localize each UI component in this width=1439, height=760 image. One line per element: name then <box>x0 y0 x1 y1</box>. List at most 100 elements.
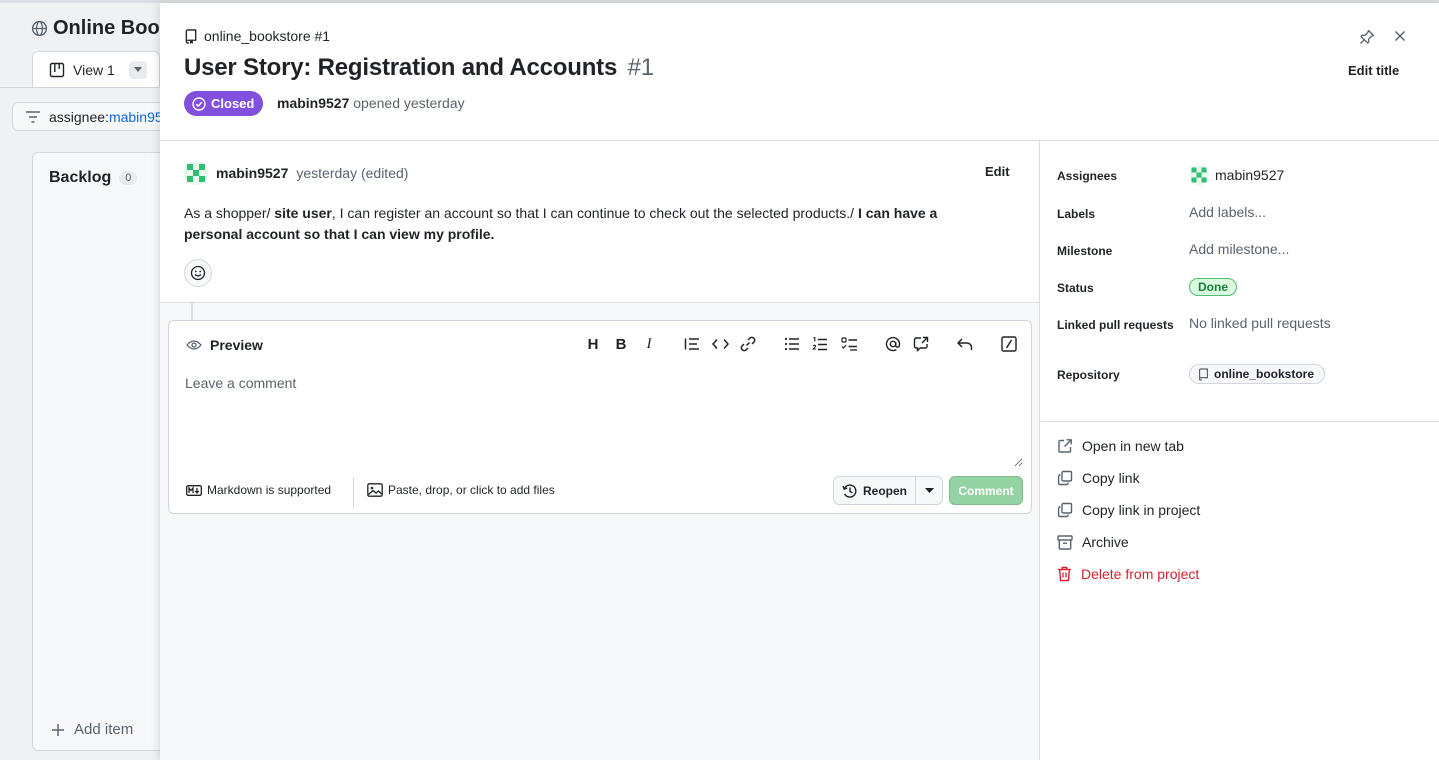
filter-input[interactable]: assignee:mabin9527 <box>12 102 172 131</box>
column-header: Backlog 0 <box>49 169 138 187</box>
issue-number: #1 <box>627 54 654 81</box>
add-milestone-button[interactable]: Add milestone... <box>1189 241 1289 257</box>
issue-body: mabin9527 yesterday (edited) Edit As a s… <box>160 141 1039 303</box>
copy-link-in-project-label: Copy link in project <box>1082 502 1201 518</box>
close-button[interactable] <box>1390 26 1410 46</box>
smiley-icon <box>190 265 206 281</box>
repository-name: online_bookstore <box>1214 367 1315 381</box>
issue-side-panel: online_bookstore #1 User Story: Registra… <box>160 3 1439 760</box>
slash-command-icon <box>1001 336 1017 352</box>
comment-author[interactable]: mabin9527 <box>216 165 288 181</box>
view-tab[interactable]: View 1 <box>32 51 160 88</box>
archive-icon <box>1057 534 1073 550</box>
attach-note-text: Paste, drop, or click to add files <box>388 483 555 497</box>
sidebar-divider <box>1041 421 1439 422</box>
open-in-new-tab-button[interactable]: Open in new tab <box>1057 438 1184 454</box>
copy-icon <box>1057 502 1073 518</box>
archive-button[interactable]: Archive <box>1057 534 1129 550</box>
comment-composer: Preview H B I Leave a comment Markdown i… <box>168 320 1032 514</box>
repo-icon <box>184 28 198 44</box>
copy-icon <box>1057 470 1073 486</box>
numbered-list-button[interactable] <box>808 333 832 355</box>
preview-tab-label: Preview <box>210 337 263 353</box>
italic-button[interactable]: I <box>637 333 661 355</box>
repo-reference[interactable]: online_bookstore #1 <box>184 28 330 44</box>
bold-button[interactable]: B <box>609 333 633 355</box>
quote-icon <box>684 337 700 351</box>
opened-by-line: mabin9527 opened yesterday <box>277 95 465 111</box>
project-title-text: Online Book <box>53 17 171 39</box>
comment-body-text: As a shopper/ site user, I can register … <box>184 203 984 245</box>
copy-link-button[interactable]: Copy link <box>1057 470 1140 486</box>
opened-by-user[interactable]: mabin9527 <box>277 95 349 111</box>
trash-icon <box>1057 566 1072 582</box>
linked-prs-label: Linked pull requests <box>1057 318 1174 332</box>
status-done-badge: Done <box>1189 278 1237 296</box>
markdown-icon <box>186 484 202 496</box>
backlog-column: Backlog 0 Add item <box>32 152 172 751</box>
plus-icon <box>51 723 65 737</box>
add-reaction-button[interactable] <box>184 259 212 287</box>
assignees-value[interactable]: mabin9527 <box>1189 165 1284 185</box>
repository-label: Repository <box>1057 368 1120 382</box>
edit-title-button[interactable]: Edit title <box>1348 63 1399 78</box>
body-part-1: As a shopper/ <box>184 205 275 221</box>
issue-title: User Story: Registration and Accounts #1 <box>184 54 654 82</box>
avatar[interactable] <box>184 161 208 185</box>
add-labels-button[interactable]: Add labels... <box>1189 204 1266 220</box>
pin-button[interactable] <box>1357 27 1377 47</box>
status-badge: Closed <box>184 91 264 116</box>
history-icon <box>842 483 858 499</box>
triangle-down-icon <box>924 487 934 494</box>
pin-icon <box>1359 29 1375 45</box>
markdown-support-link[interactable]: Markdown is supported <box>186 483 331 497</box>
repository-value[interactable]: online_bookstore <box>1189 364 1326 384</box>
comment-input[interactable] <box>177 367 1023 467</box>
repo-reference-text: online_bookstore #1 <box>204 28 331 44</box>
issue-header: online_bookstore #1 User Story: Registra… <box>160 3 1439 141</box>
filter-text: assignee:mabin9527 <box>49 108 171 125</box>
copy-link-label: Copy link <box>1082 470 1140 486</box>
bullet-list-button[interactable] <box>780 333 804 355</box>
preview-tab[interactable]: Preview <box>186 337 263 353</box>
reply-icon <box>957 337 973 351</box>
link-button[interactable] <box>736 333 760 355</box>
heading-button[interactable]: H <box>581 333 605 355</box>
tab-divider <box>0 87 160 88</box>
comment-button[interactable]: Comment <box>949 476 1023 505</box>
composer-footer: Markdown is supported Paste, drop, or cl… <box>169 476 1031 514</box>
repo-icon <box>1198 367 1209 381</box>
delete-from-project-button[interactable]: Delete from project <box>1057 566 1199 582</box>
reopen-label: Reopen <box>862 483 907 498</box>
milestone-label: Milestone <box>1057 244 1113 258</box>
close-icon <box>1394 30 1406 42</box>
add-item-button[interactable]: Add item <box>51 721 133 738</box>
filter-key: assignee: <box>49 108 109 125</box>
reopen-options-button[interactable] <box>916 477 942 504</box>
attach-files-button[interactable]: Paste, drop, or click to add files <box>367 483 555 497</box>
assignee-name: mabin9527 <box>1215 167 1285 183</box>
column-count: 0 <box>119 171 138 185</box>
timeline-line <box>191 303 193 320</box>
slash-commands-button[interactable] <box>997 333 1021 355</box>
project-title: Online Book <box>31 17 171 40</box>
cross-reference-button[interactable] <box>909 333 933 355</box>
task-list-button[interactable] <box>837 333 861 355</box>
edit-comment-button[interactable]: Edit <box>985 164 1010 179</box>
quote-button[interactable] <box>680 333 704 355</box>
view-options-button[interactable] <box>128 61 147 79</box>
saved-replies-button[interactable] <box>953 333 977 355</box>
reopen-button[interactable]: Reopen <box>834 477 916 504</box>
status-label: Status <box>1057 281 1094 295</box>
triangle-down-icon <box>133 67 142 73</box>
delete-from-project-label: Delete from project <box>1081 566 1200 582</box>
status-value[interactable]: Done <box>1189 278 1237 296</box>
mention-icon <box>885 336 901 352</box>
footer-divider <box>353 478 354 508</box>
mention-button[interactable] <box>881 333 905 355</box>
code-button[interactable] <box>708 333 732 355</box>
list-unordered-icon <box>784 337 800 351</box>
link-external-icon <box>1057 438 1073 454</box>
copy-link-in-project-button[interactable]: Copy link in project <box>1057 502 1200 518</box>
issue-title-text: User Story: Registration and Accounts <box>184 54 618 81</box>
